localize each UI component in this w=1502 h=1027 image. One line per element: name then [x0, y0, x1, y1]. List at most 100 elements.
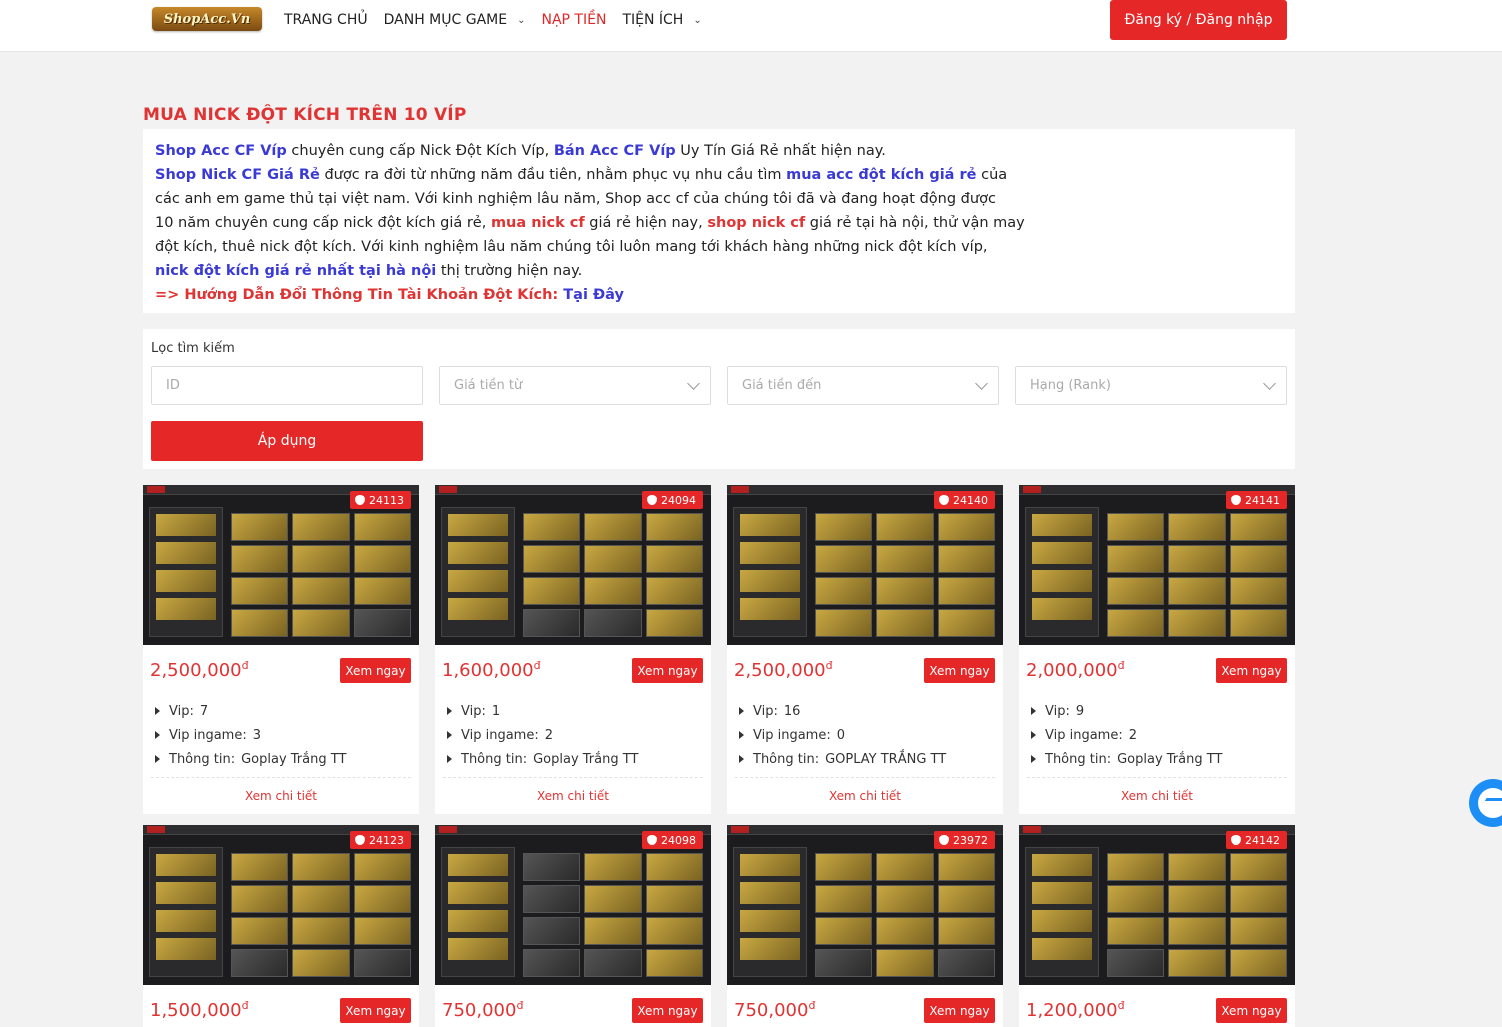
chevron-down-icon — [975, 377, 988, 390]
nav-game-categories[interactable]: DANH MỤC GAME ⌄ — [384, 12, 526, 28]
site-logo[interactable]: ShopAcc.Vn — [152, 7, 262, 31]
intro-link-ban-acc-cf-vip[interactable]: Bán Acc CF Víp — [554, 143, 676, 159]
product-thumbnail[interactable]: 24123 — [143, 825, 419, 985]
caret-right-icon — [739, 731, 744, 739]
intro-text: thị trường hiện nay. — [436, 263, 583, 279]
intro-link-mua-nick-cf[interactable]: mua nick cf — [491, 215, 585, 231]
shield-icon — [355, 495, 365, 505]
info-details: Thông tin: Goplay Trắng TT — [1031, 747, 1277, 771]
intro-line-2: Shop Nick CF Giá Rẻ được ra đời từ những… — [155, 163, 1283, 187]
shield-icon — [647, 495, 657, 505]
product-id-badge: 23972 — [934, 831, 995, 849]
caret-right-icon — [447, 731, 452, 739]
page-title: MUA NICK ĐỘT KÍCH TRÊN 10 VÍP — [143, 105, 467, 125]
product-thumbnail[interactable]: 23972 — [727, 825, 1003, 985]
intro-line-5: đột kích, thuê nick đột kích. Với kinh n… — [155, 239, 988, 255]
chevron-down-icon — [1263, 377, 1276, 390]
price-row: 1,600,000đ Xem ngay — [435, 645, 711, 695]
product-id: 24098 — [661, 833, 696, 847]
product-id: 24140 — [953, 493, 988, 507]
id-input-placeholder: ID — [166, 378, 180, 393]
price-row: 750,000đ Xem ngay — [727, 985, 1003, 1027]
product-card[interactable]: 24140 2,500,000đ Xem ngay Vip: 16 Vip ingame:… — [727, 485, 1003, 814]
guide-link[interactable]: Tại Đây — [563, 287, 624, 303]
product-id-badge: 24113 — [350, 491, 411, 509]
product-price: 750,000đ — [442, 999, 524, 1021]
view-detail-link[interactable]: Xem chi tiết — [727, 778, 1003, 814]
view-now-button[interactable]: Xem ngay — [340, 658, 411, 683]
shield-icon — [1231, 835, 1241, 845]
shield-icon — [355, 835, 365, 845]
intro-link-nick-dot-kich[interactable]: nick đột kích giá rẻ nhất tại hà nội — [155, 263, 436, 279]
product-card[interactable]: 24142 1,200,000đ Xem ngay — [1019, 825, 1295, 1027]
product-card[interactable]: 24098 750,000đ Xem ngay — [435, 825, 711, 1027]
product-card[interactable]: 24123 1,500,000đ Xem ngay — [143, 825, 419, 1027]
intro-text: của — [976, 167, 1008, 183]
info-vip-ingame: Vip ingame: 2 — [1031, 723, 1277, 747]
intro-line-7: => Hướng Dẫn Đổi Thông Tin Tài Khoản Đột… — [155, 283, 1283, 307]
price-row: 2,000,000đ Xem ngay — [1019, 645, 1295, 695]
nav-home[interactable]: TRANG CHỦ — [284, 12, 368, 28]
view-now-button[interactable]: Xem ngay — [632, 658, 703, 683]
login-register-button[interactable]: Đăng ký / Đăng nhập — [1110, 0, 1287, 40]
price-from-select[interactable]: Giá tiền từ — [439, 366, 711, 405]
apply-filter-button[interactable]: Áp dụng — [151, 421, 423, 461]
product-price: 1,500,000đ — [150, 999, 249, 1021]
product-info: Vip: 9 Vip ingame: 2 Thông tin: Goplay Trắng … — [1027, 695, 1287, 778]
product-thumbnail[interactable]: 24142 — [1019, 825, 1295, 985]
view-detail-link[interactable]: Xem chi tiết — [435, 778, 711, 814]
view-detail-link[interactable]: Xem chi tiết — [1019, 778, 1295, 814]
logo-text: ShopAcc.Vn — [163, 11, 251, 27]
product-price: 1,600,000đ — [442, 659, 541, 681]
chevron-down-icon — [687, 377, 700, 390]
product-info: Vip: 16 Vip ingame: 0 Thông tin: GOPLAY TRẮNG… — [735, 695, 995, 778]
id-input[interactable]: ID — [151, 366, 423, 405]
intro-link-shop-acc-cf-vip[interactable]: Shop Acc CF Víp — [155, 143, 287, 159]
view-now-button[interactable]: Xem ngay — [1216, 658, 1287, 683]
rank-select[interactable]: Hạng (Rank) — [1015, 366, 1287, 405]
view-detail-link[interactable]: Xem chi tiết — [143, 778, 419, 814]
caret-right-icon — [1031, 755, 1036, 763]
info-vip: Vip: 7 — [155, 699, 401, 723]
product-thumbnail[interactable]: 24094 — [435, 485, 711, 645]
info-details: Thông tin: Goplay Trắng TT — [155, 747, 401, 771]
intro-link-shop-nick-cf-red[interactable]: shop nick cf — [707, 215, 805, 231]
product-card[interactable]: 23972 750,000đ Xem ngay — [727, 825, 1003, 1027]
caret-right-icon — [155, 755, 160, 763]
chevron-down-icon: ⌄ — [517, 14, 526, 26]
product-thumbnail[interactable]: 24098 — [435, 825, 711, 985]
product-thumbnail[interactable]: 24140 — [727, 485, 1003, 645]
intro-link-mua-acc[interactable]: mua acc đột kích giá rẻ — [786, 167, 976, 183]
view-now-button[interactable]: Xem ngay — [340, 998, 411, 1023]
view-now-button[interactable]: Xem ngay — [924, 998, 995, 1023]
product-id: 23972 — [953, 833, 988, 847]
product-thumbnail[interactable]: 24141 — [1019, 485, 1295, 645]
rank-placeholder: Hạng (Rank) — [1030, 378, 1111, 393]
product-card[interactable]: 24141 2,000,000đ Xem ngay Vip: 9 Vip ingame: 2… — [1019, 485, 1295, 814]
view-now-button[interactable]: Xem ngay — [1216, 998, 1287, 1023]
nav-utilities[interactable]: TIỆN ÍCH ⌄ — [622, 12, 701, 28]
view-now-button[interactable]: Xem ngay — [632, 998, 703, 1023]
product-id-badge: 24098 — [642, 831, 703, 849]
info-vip-ingame: Vip ingame: 0 — [739, 723, 985, 747]
nav-top-up[interactable]: NẠP TIỀN — [541, 12, 606, 28]
price-row: 1,200,000đ Xem ngay — [1019, 985, 1295, 1027]
caret-right-icon — [1031, 707, 1036, 715]
messenger-chat-button[interactable] — [1469, 779, 1502, 827]
product-card[interactable]: 24113 2,500,000đ Xem ngay Vip: 7 Vip ingame: 3… — [143, 485, 419, 814]
caret-right-icon — [447, 755, 452, 763]
product-price: 2,500,000đ — [150, 659, 249, 681]
product-id: 24141 — [1245, 493, 1280, 507]
nav-top-up-label: NẠP TIỀN — [541, 12, 607, 28]
product-thumbnail[interactable]: 24113 — [143, 485, 419, 645]
intro-text: giá rẻ tại hà nội, thử vận may — [805, 215, 1025, 231]
product-id-badge: 24140 — [934, 491, 995, 509]
caret-right-icon — [739, 707, 744, 715]
product-id-badge: 24094 — [642, 491, 703, 509]
view-now-button[interactable]: Xem ngay — [924, 658, 995, 683]
product-card[interactable]: 24094 1,600,000đ Xem ngay Vip: 1 Vip ingame: 2… — [435, 485, 711, 814]
price-to-select[interactable]: Giá tiền đến — [727, 366, 999, 405]
product-id-badge: 24123 — [350, 831, 411, 849]
intro-link-shop-nick-cf[interactable]: Shop Nick CF Giá Rẻ — [155, 167, 320, 183]
info-vip-ingame: Vip ingame: 3 — [155, 723, 401, 747]
